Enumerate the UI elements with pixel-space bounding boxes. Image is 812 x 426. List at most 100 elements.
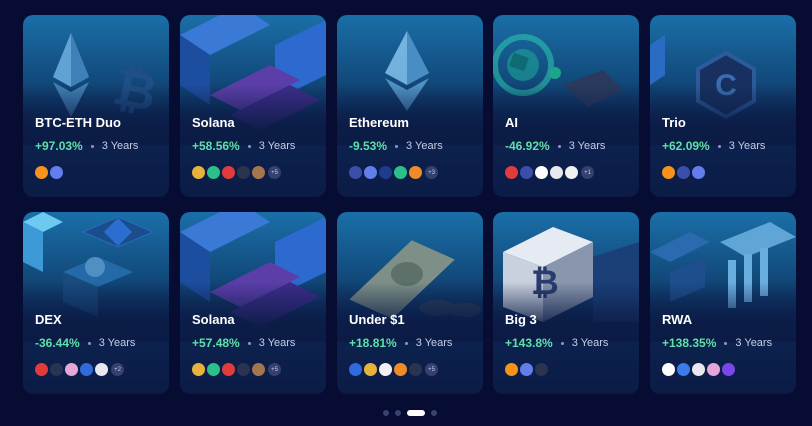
coin-list: +5 <box>192 166 281 179</box>
coin-red-icon <box>35 363 48 376</box>
coin-grey-icon <box>550 166 563 179</box>
more-coins-badge: +5 <box>425 363 438 376</box>
portfolio-card-solana-2[interactable]: Solana +57.48% 3 Years +5 <box>180 212 326 394</box>
coin-ring-icon <box>379 166 392 179</box>
page-dot[interactable] <box>383 410 389 416</box>
coin-list <box>35 166 65 179</box>
coin-c-icon <box>677 166 690 179</box>
coin-green-icon <box>207 363 220 376</box>
card-change: +97.03% <box>35 139 83 153</box>
btc-icon <box>505 363 518 376</box>
eth-icon <box>364 166 377 179</box>
eth-icon <box>692 166 705 179</box>
card-period: 3 Years <box>406 140 443 152</box>
card-title: Big 3 <box>505 312 537 327</box>
card-period: 3 Years <box>571 337 609 349</box>
fox-icon <box>409 166 422 179</box>
portfolio-card-solana[interactable]: Solana +58.56% 3 Years +5 <box>180 15 326 197</box>
coin-drop-icon <box>677 363 690 376</box>
card-title: Ethereum <box>349 115 409 130</box>
card-title: BTC-ETH Duo <box>35 115 121 130</box>
fox-icon <box>394 363 407 376</box>
coin-h-icon <box>379 363 392 376</box>
portfolio-card-ai[interactable]: AI -46.92% 3 Years +1 <box>493 15 639 197</box>
card-title: DEX <box>35 312 62 327</box>
card-change: -46.92% <box>505 139 550 153</box>
coin-green-icon <box>394 166 407 179</box>
card-title: Solana <box>192 115 235 130</box>
card-change: +57.48% <box>192 336 240 350</box>
coin-brown-icon <box>252 166 265 179</box>
coin-purple-icon <box>722 363 735 376</box>
card-change: +62.09% <box>662 139 710 153</box>
portfolio-card-dex[interactable]: DEX -36.44% 3 Years +2 <box>23 212 169 394</box>
card-period: 3 Years <box>728 140 766 152</box>
btc-icon <box>35 166 48 179</box>
coin-stripe-icon <box>409 363 422 376</box>
card-change: -9.53% <box>349 139 388 153</box>
coin-red-icon <box>505 166 518 179</box>
coin-c-icon <box>520 166 533 179</box>
card-change: +18.81% <box>349 336 397 350</box>
coin-list: +2 <box>35 363 124 376</box>
coin-c-icon <box>349 166 362 179</box>
coin-stripe-icon <box>50 363 63 376</box>
page-dot-active[interactable] <box>407 410 425 416</box>
coin-stripe-icon <box>237 166 250 179</box>
more-coins-badge: +5 <box>268 363 281 376</box>
more-coins-badge: +5 <box>268 166 281 179</box>
coin-list: +5 <box>349 363 438 376</box>
more-coins-badge: +1 <box>581 166 594 179</box>
portfolio-card-ethereum[interactable]: Ethereum -9.53% 3 Years +3 <box>337 15 483 197</box>
card-period: 3 Years <box>735 337 773 349</box>
card-title: Solana <box>192 312 235 327</box>
card-period: 3 Years <box>258 337 296 349</box>
portfolio-card-btc-eth-duo[interactable]: ₿ BTC-ETH Duo +97.03%3 Years <box>23 15 169 197</box>
card-period: 3 Years <box>568 140 606 152</box>
coin-grey-icon <box>95 363 108 376</box>
coin-list <box>505 363 550 376</box>
coin-t-icon <box>565 166 578 179</box>
carousel-pagination <box>383 410 443 416</box>
coin-red-icon <box>222 166 235 179</box>
card-period: 3 Years <box>258 140 296 152</box>
coin-pink-icon <box>707 363 720 376</box>
coin-list: +5 <box>192 363 281 376</box>
page-dot[interactable] <box>395 410 401 416</box>
card-change: +143.8% <box>505 336 553 350</box>
coin-stripe-icon <box>535 363 548 376</box>
coin-gold-icon <box>192 363 205 376</box>
portfolio-card-big-3[interactable]: ₿ Big 3 +143.8%3 Years <box>493 212 639 394</box>
coin-grey-icon <box>692 363 705 376</box>
coin-list: +3 <box>349 166 438 179</box>
coin-x-icon <box>535 166 548 179</box>
more-coins-badge: +3 <box>425 166 438 179</box>
coin-green-icon <box>207 166 220 179</box>
coin-brown-icon <box>252 363 265 376</box>
portfolio-card-trio[interactable]: C Trio +62.09%3 Years <box>650 15 796 197</box>
card-change: +138.35% <box>662 336 717 350</box>
portfolio-card-under-1[interactable]: Under $1 +18.81% 3 Years +5 <box>337 212 483 394</box>
card-period: 3 Years <box>101 140 139 152</box>
btc-icon <box>662 166 675 179</box>
portfolio-card-rwa[interactable]: RWA +138.35% 3 Years <box>650 212 796 394</box>
coin-list <box>662 166 707 179</box>
coin-pink-icon <box>65 363 78 376</box>
coin-blue-icon <box>349 363 362 376</box>
more-coins-badge: +2 <box>111 363 124 376</box>
page-dot[interactable] <box>431 410 437 416</box>
card-title: AI <box>505 115 518 130</box>
card-title: Under $1 <box>349 312 405 327</box>
card-period: 3 Years <box>98 337 136 349</box>
eth-icon <box>50 166 63 179</box>
card-change: -36.44% <box>35 336 80 350</box>
eth-icon <box>520 363 533 376</box>
coin-blue-icon <box>80 363 93 376</box>
coin-list: +1 <box>505 166 594 179</box>
coin-gold-icon <box>364 363 377 376</box>
card-title: Trio <box>662 115 686 130</box>
coin-list <box>662 363 737 376</box>
card-title: RWA <box>662 312 693 327</box>
card-change: +58.56% <box>192 139 240 153</box>
coin-red-icon <box>222 363 235 376</box>
